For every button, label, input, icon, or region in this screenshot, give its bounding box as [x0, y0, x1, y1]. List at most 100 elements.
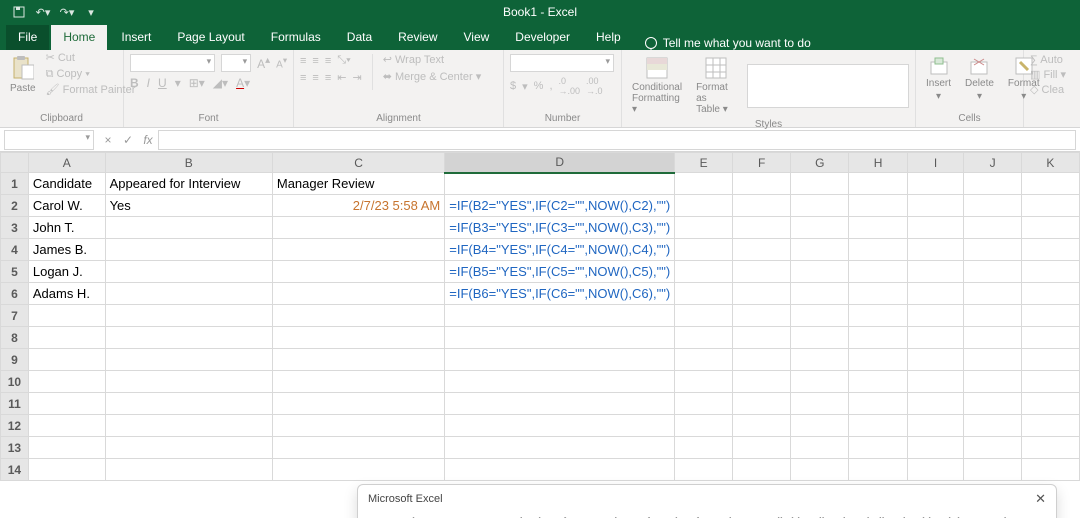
column-header-K[interactable]: K [1021, 153, 1079, 173]
cell-K6[interactable] [1021, 283, 1079, 305]
cell-G8[interactable] [791, 327, 849, 349]
cell-G3[interactable] [791, 217, 849, 239]
cell-K14[interactable] [1021, 459, 1079, 481]
cell-A6[interactable]: Adams H. [28, 283, 105, 305]
cell-I10[interactable] [907, 371, 964, 393]
cell-D13[interactable] [445, 437, 675, 459]
cell-H10[interactable] [849, 371, 907, 393]
cell-G2[interactable] [791, 195, 849, 217]
cell-A8[interactable] [28, 327, 105, 349]
row-header-5[interactable]: 5 [1, 261, 29, 283]
cell-B4[interactable] [105, 239, 272, 261]
shrink-font-icon[interactable]: A▾ [276, 55, 287, 70]
cell-C13[interactable] [272, 437, 444, 459]
cell-F2[interactable] [733, 195, 791, 217]
row-header-11[interactable]: 11 [1, 393, 29, 415]
cell-C3[interactable] [272, 217, 444, 239]
cell-D8[interactable] [445, 327, 675, 349]
cell-J4[interactable] [964, 239, 1021, 261]
align-left-icon[interactable]: ≡ [300, 72, 306, 84]
cell-F4[interactable] [733, 239, 791, 261]
cell-H7[interactable] [849, 305, 907, 327]
cell-C5[interactable] [272, 261, 444, 283]
cell-J10[interactable] [964, 371, 1021, 393]
wrap-text-button[interactable]: ↩ Wrap Text [383, 54, 482, 67]
cell-E13[interactable] [675, 437, 733, 459]
cell-H2[interactable] [849, 195, 907, 217]
cell-D2[interactable]: =IF(B2="YES",IF(C2="",NOW(),C2),"") [445, 195, 675, 217]
cell-G12[interactable] [791, 415, 849, 437]
autosum-button[interactable]: ∑ Auto [1030, 54, 1074, 67]
cell-H3[interactable] [849, 217, 907, 239]
grow-font-icon[interactable]: A▴ [257, 55, 270, 71]
tab-review[interactable]: Review [386, 25, 449, 50]
cell-G7[interactable] [791, 305, 849, 327]
paste-button[interactable]: Paste [6, 53, 40, 96]
cell-I6[interactable] [907, 283, 964, 305]
cell-E2[interactable] [675, 195, 733, 217]
cell-I1[interactable] [907, 173, 964, 195]
cell-F8[interactable] [733, 327, 791, 349]
cell-G1[interactable] [791, 173, 849, 195]
cell-E11[interactable] [675, 393, 733, 415]
cell-H1[interactable] [849, 173, 907, 195]
cell-E4[interactable] [675, 239, 733, 261]
cell-H6[interactable] [849, 283, 907, 305]
cell-B2[interactable]: Yes [105, 195, 272, 217]
cell-C12[interactable] [272, 415, 444, 437]
cell-H9[interactable] [849, 349, 907, 371]
row-header-2[interactable]: 2 [1, 195, 29, 217]
comma-button[interactable]: , [549, 80, 552, 92]
cell-styles-gallery[interactable] [747, 64, 909, 108]
cell-E12[interactable] [675, 415, 733, 437]
cell-K1[interactable] [1021, 173, 1079, 195]
cell-A4[interactable]: James B. [28, 239, 105, 261]
cell-A1[interactable]: Candidate [28, 173, 105, 195]
cell-E1[interactable] [675, 173, 733, 195]
font-name-select[interactable] [130, 54, 215, 72]
tab-home[interactable]: Home [51, 25, 107, 50]
font-size-select[interactable] [221, 54, 251, 72]
cell-B6[interactable] [105, 283, 272, 305]
cell-A2[interactable]: Carol W. [28, 195, 105, 217]
cell-C11[interactable] [272, 393, 444, 415]
cell-D3[interactable]: =IF(B3="YES",IF(C3="",NOW(),C3),"") [445, 217, 675, 239]
cell-F14[interactable] [733, 459, 791, 481]
worksheet-grid[interactable]: ABCDEFGHIJK1CandidateAppeared for Interv… [0, 152, 1080, 481]
tab-file[interactable]: File [6, 25, 49, 50]
cell-D9[interactable] [445, 349, 675, 371]
cell-I2[interactable] [907, 195, 964, 217]
cell-B10[interactable] [105, 371, 272, 393]
cell-D7[interactable] [445, 305, 675, 327]
cell-J13[interactable] [964, 437, 1021, 459]
column-header-I[interactable]: I [907, 153, 964, 173]
align-top-icon[interactable]: ≡ [300, 55, 306, 67]
formula-input[interactable] [158, 130, 1076, 150]
redo-icon[interactable]: ↷▾ [58, 3, 76, 21]
conditional-formatting-button[interactable]: ConditionalFormatting ▾ [628, 54, 686, 117]
cell-F7[interactable] [733, 305, 791, 327]
cell-K3[interactable] [1021, 217, 1079, 239]
cell-H13[interactable] [849, 437, 907, 459]
cell-E3[interactable] [675, 217, 733, 239]
cell-I3[interactable] [907, 217, 964, 239]
cell-A7[interactable] [28, 305, 105, 327]
italic-button[interactable]: I [147, 76, 150, 90]
cell-A5[interactable]: Logan J. [28, 261, 105, 283]
select-all-corner[interactable] [1, 153, 29, 173]
cell-J12[interactable] [964, 415, 1021, 437]
cell-F1[interactable] [733, 173, 791, 195]
cancel-edit-icon[interactable]: × [98, 133, 118, 147]
percent-button[interactable]: % [534, 80, 544, 92]
qat-customize-icon[interactable]: ▾ [82, 3, 100, 21]
cell-J7[interactable] [964, 305, 1021, 327]
borders-button[interactable]: ⊞▾ [189, 76, 205, 90]
tab-data[interactable]: Data [335, 25, 384, 50]
cell-H5[interactable] [849, 261, 907, 283]
cell-E14[interactable] [675, 459, 733, 481]
cell-H4[interactable] [849, 239, 907, 261]
cell-F3[interactable] [733, 217, 791, 239]
cell-I9[interactable] [907, 349, 964, 371]
cell-D5[interactable]: =IF(B5="YES",IF(C5="",NOW(),C5),"") [445, 261, 675, 283]
confirm-edit-icon[interactable]: ✓ [118, 133, 138, 147]
